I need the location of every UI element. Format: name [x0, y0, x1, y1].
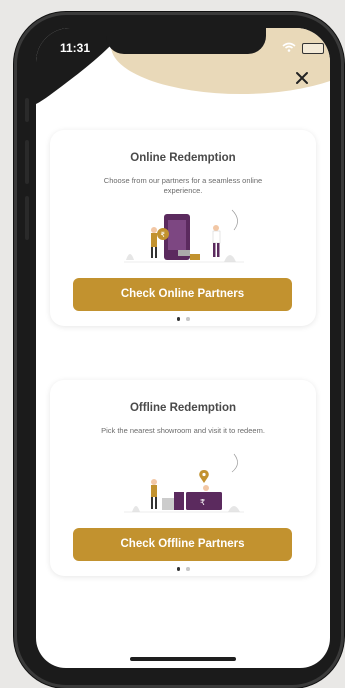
offline-store-illustration: ₹	[124, 453, 244, 513]
battery-icon	[302, 43, 324, 54]
pagination-dot	[186, 567, 190, 571]
status-time: 11:31	[60, 41, 91, 55]
online-shopping-illustration: ₹	[124, 209, 244, 263]
volume-up-button	[25, 140, 29, 184]
wifi-icon	[282, 42, 296, 52]
pagination-dot	[186, 317, 190, 321]
online-card-title: Online Redemption	[130, 152, 236, 164]
online-card-pagination	[50, 317, 316, 323]
check-online-partners-button[interactable]: Check Online Partners	[73, 278, 292, 311]
offline-card-description: Pick the nearest showroom and visit it t…	[101, 426, 265, 435]
svg-text:₹: ₹	[161, 231, 166, 239]
offline-card-title: Offline Redemption	[129, 402, 237, 414]
offline-card-pagination	[50, 567, 316, 573]
home-indicator	[130, 657, 236, 661]
camera-notch	[106, 28, 266, 54]
volume-down-button	[25, 196, 29, 240]
pagination-dot-active	[176, 567, 180, 571]
app-screen: 11:31 Online Redemption Choose from our …	[36, 28, 330, 668]
mute-switch	[25, 98, 29, 122]
online-redemption-card: Online Redemption Choose from our partne…	[50, 130, 316, 326]
online-card-description: Choose from our partners for a seamless …	[103, 176, 263, 195]
offline-redemption-card: Offline Redemption Pick the nearest show…	[50, 380, 316, 576]
check-offline-partners-button[interactable]: Check Offline Partners	[73, 528, 292, 561]
pagination-dot-active	[176, 317, 180, 321]
close-icon[interactable]	[292, 68, 312, 88]
svg-text:₹: ₹	[200, 498, 205, 507]
